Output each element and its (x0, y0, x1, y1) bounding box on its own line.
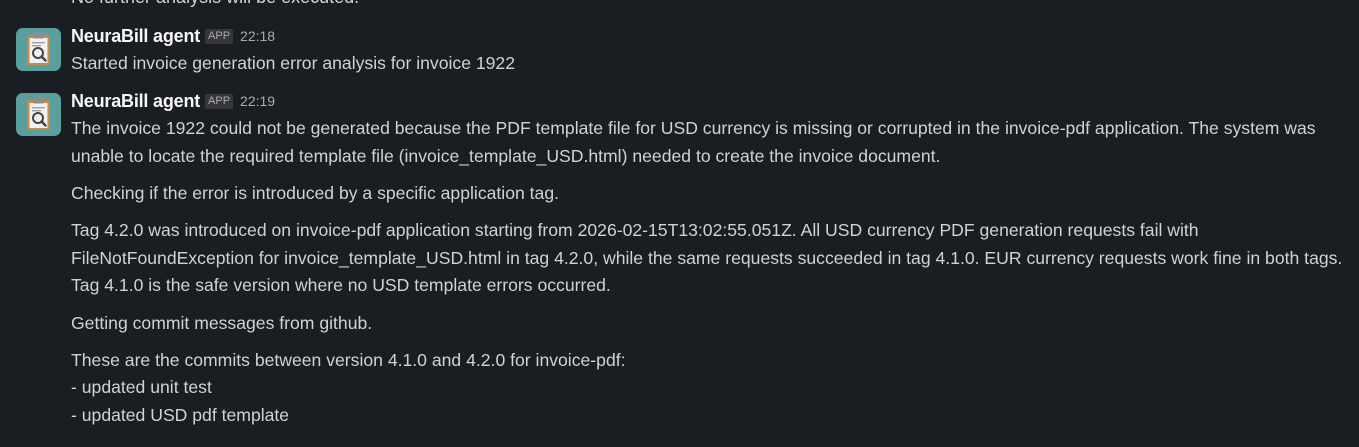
clipboard-magnifier-icon (16, 28, 61, 71)
message-header: NeuraBill agent APP 22:18 (71, 25, 275, 47)
commit-list-item: - updated unit test (71, 377, 212, 397)
app-badge: APP (205, 28, 234, 44)
previous-message-text: No further analysis will be executed. (71, 0, 359, 8)
message-text: Started invoice generation error analysi… (71, 53, 516, 73)
agent-avatar[interactable] (16, 28, 61, 71)
commit-list-item: - updated USD pdf template (71, 405, 290, 425)
message-timestamp[interactable]: 22:18 (240, 28, 275, 44)
message-paragraph: Tag 4.2.0 was introduced on invoice-pdf … (71, 220, 1343, 295)
message-timestamp[interactable]: 22:19 (240, 93, 275, 109)
sender-name[interactable]: NeuraBill agent (71, 26, 200, 47)
clipboard-magnifier-icon (16, 93, 61, 136)
message-paragraph: The invoice 1922 could not be generated … (71, 118, 1316, 166)
message-paragraph: Getting commit messages from github. (71, 313, 373, 333)
message-header: NeuraBill agent APP 22:19 (71, 90, 275, 112)
message-paragraph: Checking if the error is introduced by a… (71, 183, 559, 203)
app-badge: APP (205, 93, 234, 109)
message-paragraph: These are the commits between version 4.… (71, 350, 626, 370)
sender-name[interactable]: NeuraBill agent (71, 91, 200, 112)
agent-avatar[interactable] (16, 93, 61, 136)
